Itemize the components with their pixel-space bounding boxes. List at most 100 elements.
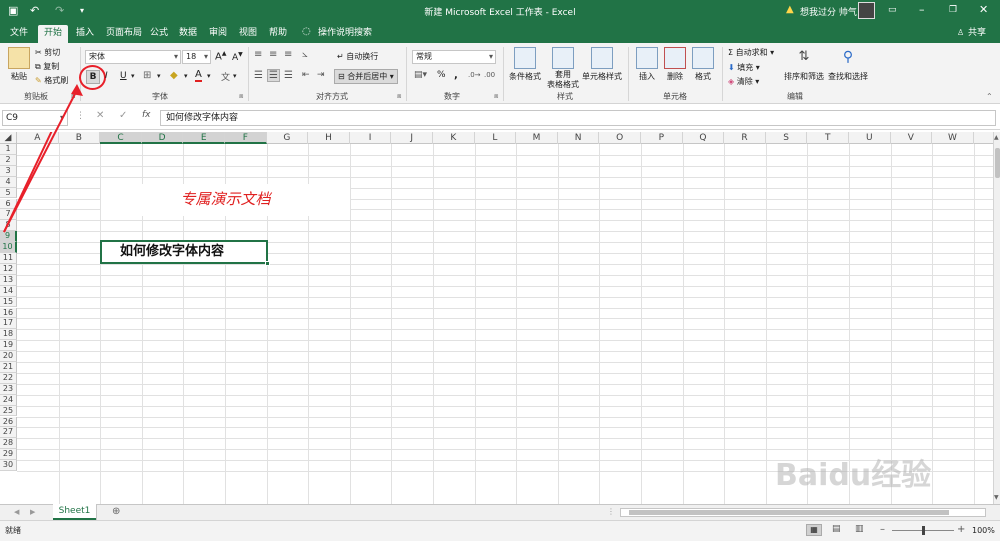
sort-filter-button[interactable]: ⇅ 排序和筛选	[782, 47, 826, 82]
avatar[interactable]	[858, 2, 875, 19]
font-size-select[interactable]: 18 ▾	[182, 50, 211, 64]
chevron-down-icon[interactable]: ▾	[233, 72, 237, 80]
next-sheet-icon[interactable]: ▶	[30, 508, 35, 516]
user-name[interactable]: 想我过分 帅气	[800, 5, 857, 18]
decrease-decimal-icon[interactable]: .00	[484, 71, 495, 79]
scroll-up-icon[interactable]: ▲	[994, 134, 999, 141]
zoom-out-icon[interactable]: –	[880, 524, 885, 535]
add-sheet-icon[interactable]: ⊕	[112, 506, 120, 517]
zoom-in-icon[interactable]: +	[957, 524, 965, 535]
editing-group-label: 编辑	[787, 92, 803, 101]
chevron-down-icon[interactable]: ▾	[157, 72, 161, 80]
vertical-scrollbar[interactable]: ▲ ▼	[993, 132, 1000, 504]
wrap-icon: ↵	[337, 52, 344, 61]
worksheet-grid[interactable]: ◢ ABCDEFGHIJKLMNOPQRSTUVW 12345678910111…	[0, 132, 993, 504]
name-box[interactable]: C9 ▾	[2, 110, 68, 126]
tab-help[interactable]: 帮助	[263, 25, 293, 43]
more-icon: ⋮	[76, 111, 85, 121]
tab-view[interactable]: 视图	[233, 25, 263, 43]
align-center-icon[interactable]: ☰	[267, 69, 280, 82]
share-button[interactable]: 共享	[962, 25, 992, 43]
close-icon[interactable]: ✕	[979, 3, 988, 16]
align-right-icon[interactable]: ☰	[284, 70, 293, 81]
scroll-down-icon[interactable]: ▼	[994, 494, 999, 501]
zoom-level[interactable]: 100%	[972, 526, 995, 535]
tab-review[interactable]: 审阅	[203, 25, 233, 43]
tab-file[interactable]: 文件	[4, 25, 34, 43]
divider	[503, 47, 504, 101]
page-break-view-icon[interactable]: ▥	[855, 524, 864, 534]
accounting-icon[interactable]: ▤▾	[414, 70, 427, 80]
formula-input[interactable]: 如何修改字体内容	[160, 110, 996, 126]
font-color-icon[interactable]: A	[195, 69, 202, 82]
italic-button[interactable]: I	[105, 71, 108, 81]
conditional-format-icon	[514, 47, 536, 69]
align-middle-icon[interactable]: ≡	[269, 49, 277, 60]
increase-decimal-icon[interactable]: .0→	[468, 71, 481, 79]
tab-formulas[interactable]: 公式	[144, 25, 174, 43]
cell-styles-button[interactable]: 单元格样式	[580, 47, 624, 82]
divider	[248, 47, 249, 101]
dialog-launcher-icon[interactable]: ⧈	[494, 92, 498, 101]
align-bottom-icon[interactable]: ≡	[284, 49, 292, 60]
phonetic-icon[interactable]: 文	[221, 70, 230, 83]
fill-color-icon[interactable]: ◆	[170, 70, 178, 81]
scrollbar-thumb[interactable]	[995, 148, 1000, 178]
format-cells-button[interactable]: 格式	[690, 47, 716, 82]
sheet-tab-sheet1[interactable]: Sheet1	[53, 504, 96, 520]
tab-insert[interactable]: 插入	[70, 25, 100, 43]
minimize-icon[interactable]: –	[919, 3, 925, 16]
decrease-indent-icon[interactable]: ⇤	[302, 70, 310, 80]
wrap-text-button[interactable]: ↵ 自动换行	[337, 51, 378, 62]
tab-page-layout[interactable]: 页面布局	[100, 25, 148, 43]
comma-button[interactable]: ,	[454, 70, 458, 81]
dialog-launcher-icon[interactable]: ⧈	[71, 92, 75, 101]
insert-function-icon[interactable]: fx	[142, 110, 151, 120]
tell-me-search[interactable]: 操作说明搜索	[312, 25, 378, 43]
hscroll-thumb[interactable]	[629, 510, 949, 515]
chevron-down-icon: ▾	[389, 72, 394, 81]
delete-cells-button[interactable]: 删除	[662, 47, 688, 82]
cancel-icon[interactable]: ✕	[96, 110, 104, 121]
align-left-icon[interactable]: ☰	[254, 70, 263, 81]
orientation-icon[interactable]: ⦣	[302, 49, 308, 60]
autosum-button[interactable]: Σ 自动求和 ▾	[728, 47, 774, 58]
restore-icon[interactable]: ❐	[949, 5, 957, 15]
tab-data[interactable]: 数据	[173, 25, 203, 43]
dialog-launcher-icon[interactable]: ⧈	[397, 92, 401, 101]
normal-view-icon[interactable]: ▦	[806, 524, 822, 536]
underline-button[interactable]: U	[120, 71, 127, 81]
merge-center-button[interactable]: ⊟ 合并后居中 ▾	[334, 69, 398, 84]
increase-indent-icon[interactable]: ⇥	[317, 70, 325, 80]
decrease-font-icon[interactable]: A▼	[232, 51, 243, 63]
font-name-select[interactable]: 宋体 ▾	[85, 50, 181, 64]
prev-sheet-icon[interactable]: ◀	[14, 508, 19, 516]
confirm-icon[interactable]: ✓	[119, 110, 127, 121]
page-layout-view-icon[interactable]: ▤	[832, 524, 841, 534]
conditional-format-button[interactable]: 条件格式	[506, 47, 544, 82]
format-as-table-button[interactable]: 套用 表格格式	[544, 47, 582, 90]
number-format-select[interactable]: 常规 ▾	[412, 50, 496, 64]
clear-button[interactable]: ◈ 清除 ▾	[728, 76, 759, 87]
tab-home[interactable]: 开始	[38, 25, 69, 43]
find-select-button[interactable]: ⚲ 查找和选择	[826, 47, 870, 82]
dialog-launcher-icon[interactable]: ⧈	[239, 92, 243, 101]
cut-button[interactable]: ✂ 剪切	[35, 47, 60, 58]
paste-button[interactable]: 粘贴	[6, 47, 32, 82]
chevron-down-icon[interactable]: ▾	[131, 72, 135, 80]
ribbon-display-icon[interactable]: ▭	[888, 5, 897, 15]
fill-button[interactable]: ⬇ 填充 ▾	[728, 62, 760, 73]
chevron-down-icon[interactable]: ▾	[184, 72, 188, 80]
percent-button[interactable]: %	[437, 70, 446, 80]
increase-font-icon[interactable]: A▲	[215, 50, 226, 62]
align-top-icon[interactable]: ≡	[254, 49, 262, 60]
border-icon[interactable]: ⊞	[143, 70, 151, 81]
zoom-slider-thumb[interactable]	[922, 526, 925, 535]
insert-cells-button[interactable]: 插入	[634, 47, 660, 82]
cells-group-label: 单元格	[663, 92, 687, 101]
collapse-ribbon-icon[interactable]: ⌃	[986, 92, 993, 101]
copy-button[interactable]: ⧉ 复制	[35, 61, 59, 72]
format-painter-button[interactable]: ✎ 格式刷	[35, 75, 68, 86]
chevron-down-icon[interactable]: ▾	[207, 72, 211, 80]
horizontal-scrollbar[interactable]	[620, 508, 986, 517]
